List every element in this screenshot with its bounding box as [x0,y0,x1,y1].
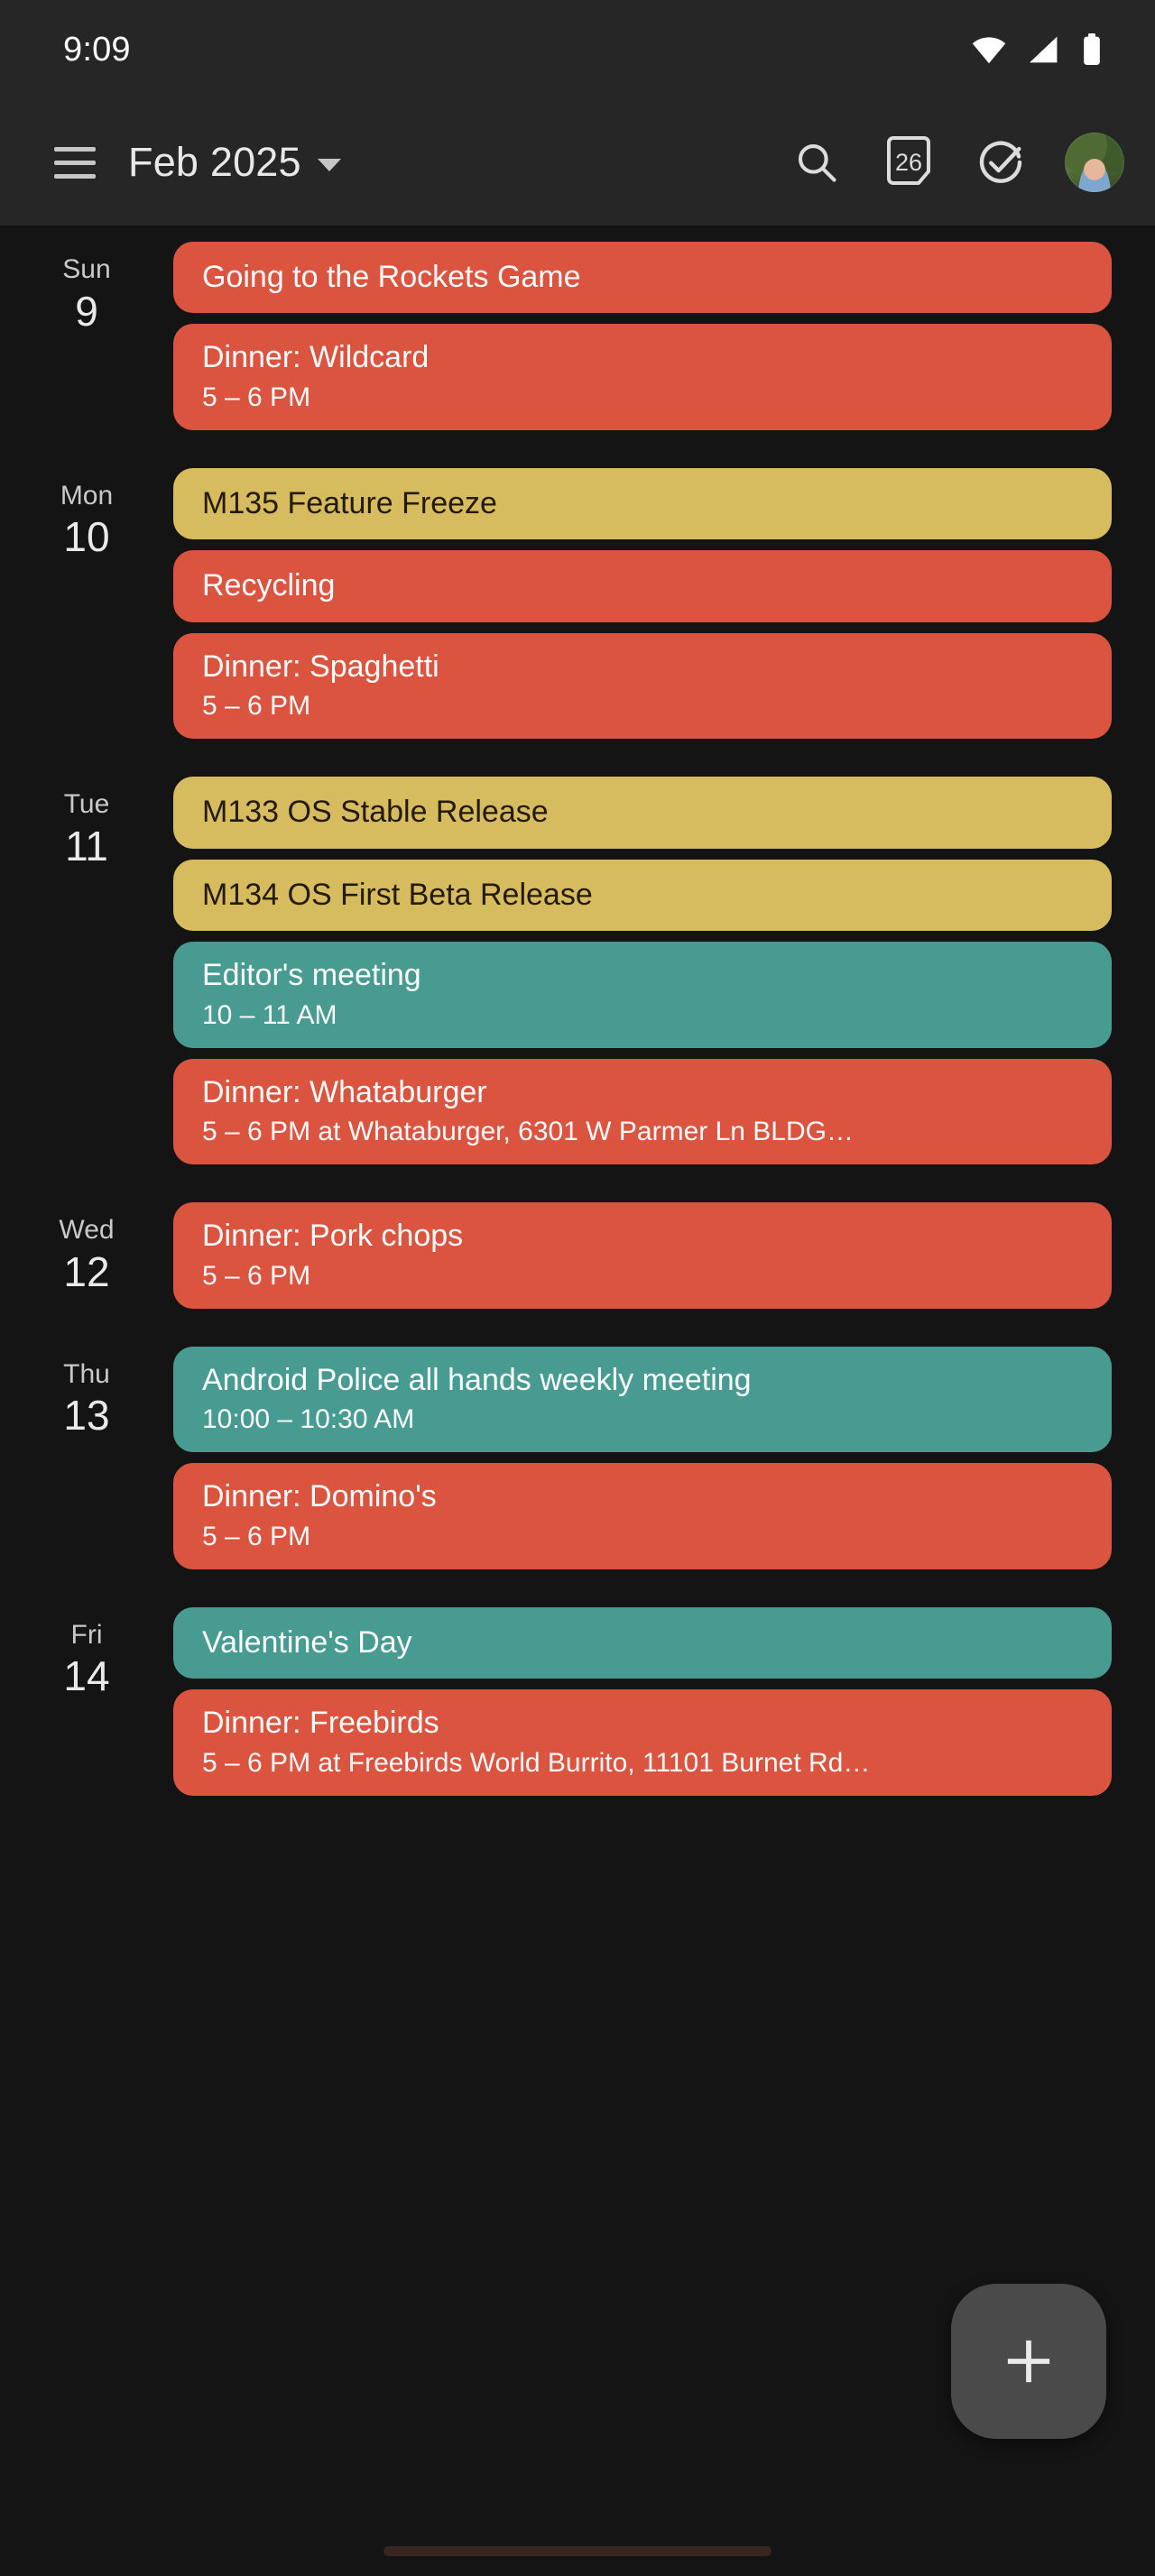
day-of-week-label: Thu [63,1358,110,1389]
status-bar: 9:09 [0,0,1155,99]
event-chip[interactable]: Editor's meeting 10 – 11 AM [173,942,1112,1048]
event-subtitle: 5 – 6 PM [202,382,311,412]
event-title: M134 OS First Beta Release [202,877,593,912]
event-subtitle: 5 – 6 PM [202,691,311,722]
event-title: Dinner: Whataburger [202,1074,487,1109]
day-number-label: 12 [63,1247,110,1295]
agenda-events-column: Going to the Rockets Game Dinner: Wildcar… [173,242,1155,430]
event-title: Going to the Rockets Game [202,260,581,294]
event-chip[interactable]: Dinner: Spaghetti 5 – 6 PM [173,632,1112,740]
event-chip[interactable]: M133 OS Stable Release [173,777,1112,849]
event-subtitle: 5 – 6 PM [202,1521,311,1551]
chevron-down-icon [317,159,341,171]
event-subtitle: 10:00 – 10:30 AM [202,1404,415,1435]
agenda-day-row: Thu 13 Android Police all hands weekly mee… [0,1346,1155,1569]
day-of-week-label: Tue [63,789,110,820]
event-chip[interactable]: Recycling [173,550,1112,622]
agenda-events-column: Dinner: Pork chops 5 – 6 PM [173,1202,1155,1309]
agenda-day-row: Wed 12 Dinner: Pork chops 5 – 6 PM [0,1202,1155,1309]
event-chip[interactable]: Dinner: Pork chops 5 – 6 PM [173,1202,1112,1309]
today-button[interactable]: 26 [881,134,937,190]
agenda-date-column: Fri 14 [0,1607,173,1700]
event-title: Dinner: Wildcard [202,340,430,375]
page-title: Feb 2025 [128,139,301,185]
agenda-date-column: Mon 10 [0,468,173,561]
event-chip[interactable]: Dinner: Whataburger 5 – 6 PM at Whataburg… [173,1058,1112,1165]
status-bar-icons [971,33,1103,66]
day-number-label: 10 [63,513,110,561]
day-number-label: 14 [63,1652,110,1700]
event-chip[interactable]: Dinner: Freebirds 5 – 6 PM at Freebirds W… [173,1689,1112,1796]
event-title: Editor's meeting [202,958,421,993]
plus-icon [999,2332,1058,2391]
event-chip[interactable]: M135 Feature Freeze [173,467,1112,540]
agenda-date-column: Tue 11 [0,777,173,869]
event-title: Dinner: Freebirds [202,1706,439,1741]
agenda-day-row: Mon 10 M135 Feature Freeze Recycling Dinner:… [0,467,1155,740]
add-event-fab[interactable] [951,2284,1106,2439]
system-nav-handle[interactable] [383,2546,772,2556]
agenda-list: Sun 9 Going to the Rockets Game Dinner: Wil… [0,225,1155,1796]
event-title: Valentine's Day [202,1624,412,1660]
agenda-day-row: Fri 14 Valentine's Day Dinner: Freebirds 5 –… [0,1606,1155,1796]
event-subtitle: 5 – 6 PM at Freebirds World Burrito, 111… [202,1747,871,1778]
agenda-events-column: M133 OS Stable Release M134 OS First Beta… [173,777,1155,1165]
event-subtitle: 10 – 11 AM [202,999,337,1030]
app-bar: Feb 2025 26 [0,99,1155,225]
event-chip[interactable]: Android Police all hands weekly meeting 1… [173,1346,1112,1453]
day-of-week-label: Fri [70,1619,103,1650]
today-calendar-icon: 26 [883,136,934,189]
battery-icon [1081,33,1103,66]
app-bar-actions: 26 [789,133,1124,192]
wifi-icon [971,35,1007,64]
tasks-button[interactable] [973,134,1029,190]
event-chip[interactable]: Valentine's Day [173,1606,1112,1679]
search-icon [793,139,840,186]
day-of-week-label: Wed [59,1215,115,1246]
today-date-number: 26 [894,149,923,176]
event-title: M135 Feature Freeze [202,485,497,520]
agenda-date-column: Thu 13 [0,1347,173,1440]
event-chip[interactable]: Dinner: Domino's 5 – 6 PM [173,1463,1112,1569]
hamburger-bar [54,146,96,152]
event-chip[interactable]: M134 OS First Beta Release [173,859,1112,932]
tasks-check-circle-icon [975,137,1026,188]
month-selector[interactable]: Feb 2025 [128,139,341,186]
agenda-date-column: Sun 9 [0,242,173,335]
agenda-day-row: Tue 11 M133 OS Stable Release M134 OS First… [0,777,1155,1165]
cellular-signal-icon [1027,35,1061,64]
day-number-label: 11 [65,822,108,869]
event-title: Dinner: Domino's [202,1479,437,1514]
agenda-events-column: Valentine's Day Dinner: Freebirds 5 – 6 PM… [173,1606,1155,1796]
search-button[interactable] [789,134,845,190]
avatar[interactable] [1065,133,1124,192]
event-title: Dinner: Spaghetti [202,649,439,684]
event-title: M133 OS Stable Release [202,795,549,830]
day-number-label: 9 [75,287,98,335]
event-title: Recycling [202,568,336,603]
event-chip[interactable]: Going to the Rockets Game [173,242,1112,314]
hamburger-menu-icon[interactable] [47,134,103,190]
agenda-day-row: Sun 9 Going to the Rockets Game Dinner: Wil… [0,242,1155,430]
hamburger-bar [54,173,96,179]
agenda-events-column: Android Police all hands weekly meeting 1… [173,1346,1155,1569]
event-title: Dinner: Pork chops [202,1219,464,1254]
agenda-date-column: Wed 12 [0,1202,173,1295]
event-subtitle: 5 – 6 PM [202,1260,311,1291]
event-chip[interactable]: Dinner: Wildcard 5 – 6 PM [173,324,1112,430]
day-of-week-label: Sun [62,254,111,284]
day-of-week-label: Mon [60,480,114,511]
hamburger-bar [54,160,96,165]
day-number-label: 13 [63,1392,110,1440]
status-bar-clock: 9:09 [63,30,131,69]
event-subtitle: 5 – 6 PM at Whataburger, 6301 W Parmer L… [202,1117,854,1147]
event-title: Android Police all hands weekly meeting [202,1362,752,1397]
agenda-events-column: M135 Feature Freeze Recycling Dinner: Spag… [173,467,1155,740]
